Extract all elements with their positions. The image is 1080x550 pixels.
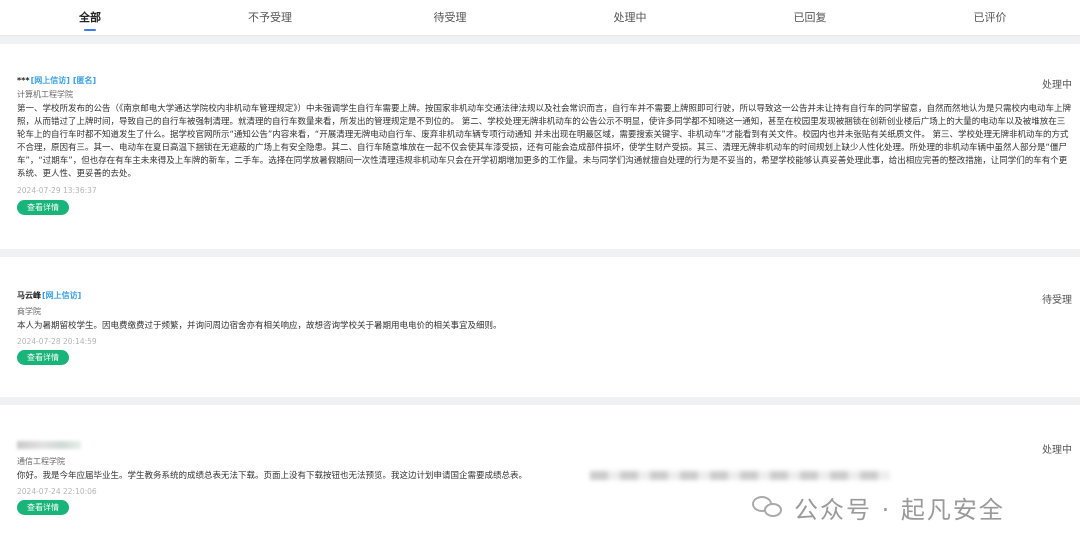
status-label: 处理中 — [1042, 80, 1072, 91]
status-tabs: 全部 不予受理 待受理 处理中 已回复 已评价 — [0, 0, 1080, 36]
college-name: 商学院 — [17, 307, 41, 316]
submit-time: 2024-07-29 13:36:37 — [17, 186, 97, 195]
submitter-name: 马云峰 — [17, 291, 41, 300]
petition-card: 通信工程学院 处理中 你好。我是今年应届毕业生。学生教务系统的成绩总表无法下载。… — [0, 405, 1080, 550]
petition-content: 你好。我是今年应届毕业生。学生教务系统的成绩总表无法下载。页面上没有下载按钮也无… — [17, 471, 528, 481]
petition-content: 本人为暑期留校学生。因电费缴费过于频繁，并询问周边宿舍亦有相关响应，故想咨询学校… — [17, 321, 502, 331]
petition-content: 第一、学校所发布的公告（《南京邮电大学通达学院校内非机动车管理规定》）中未强调学… — [17, 104, 1072, 179]
tab-all[interactable]: 全部 — [0, 0, 180, 35]
redacted-text — [590, 471, 890, 480]
submit-time: 2024-07-24 22:10:06 — [17, 487, 97, 496]
college-name: 计算机工程学院 — [17, 90, 73, 99]
redacted-name — [17, 441, 81, 449]
tab-replied[interactable]: 已回复 — [720, 0, 900, 35]
status-label: 待受理 — [1042, 295, 1072, 306]
tab-pending[interactable]: 待受理 — [360, 0, 540, 35]
view-details-button[interactable]: 查看详情 — [17, 500, 69, 515]
petition-card: ***[网上信访] [匿名] 计算机工程学院 处理中 第一、学校所发布的公告（《南… — [0, 44, 1080, 249]
anonymous-tag: [匿名] — [72, 76, 97, 85]
channel-tag: [网上信访] — [42, 291, 82, 300]
tab-rejected[interactable]: 不予受理 — [180, 0, 360, 35]
submitter-line: 马云峰[网上信访] — [17, 290, 81, 301]
submit-time: 2024-07-28 20:14:59 — [17, 337, 97, 346]
submitter-line: ***[网上信访] [匿名] — [17, 75, 96, 86]
tab-processing[interactable]: 处理中 — [540, 0, 720, 35]
submitter-name: *** — [17, 76, 30, 85]
tab-rated[interactable]: 已评价 — [900, 0, 1080, 35]
watermark-text: 公众号 · 起凡安全 — [794, 495, 1005, 524]
petition-card: 马云峰[网上信访] 商学院 待受理 本人为暑期留校学生。因电费缴费过于频繁，并询… — [0, 257, 1080, 397]
college-name: 通信工程学院 — [17, 457, 65, 466]
wechat-icon — [752, 494, 784, 520]
view-details-button[interactable]: 查看详情 — [17, 200, 69, 215]
watermark: 公众号 · 起凡安全 — [752, 490, 1005, 524]
channel-tag: [网上信访] — [30, 76, 70, 85]
status-label: 处理中 — [1042, 445, 1072, 456]
view-details-button[interactable]: 查看详情 — [17, 350, 69, 365]
page: 全部 不予受理 待受理 处理中 已回复 已评价 ***[网上信访] [匿名] 计算… — [0, 0, 1080, 550]
